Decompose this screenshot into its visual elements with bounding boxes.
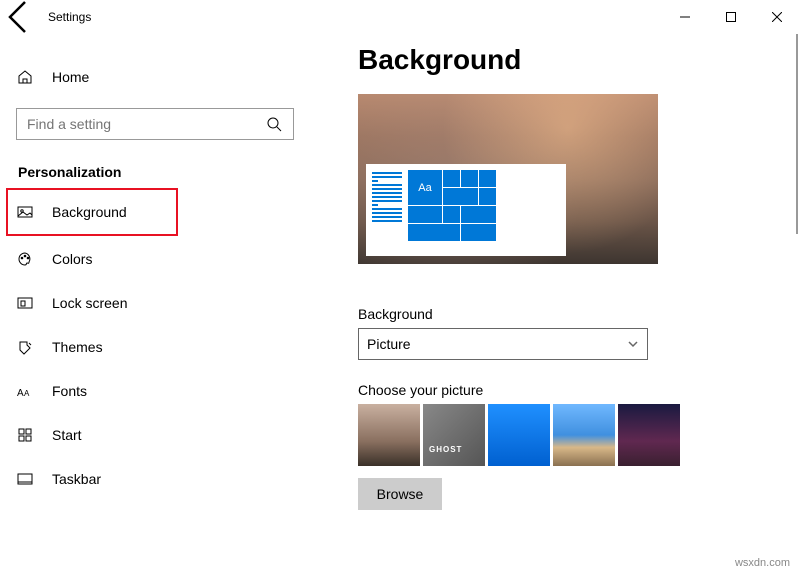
sidebar-item-fonts[interactable]: AA Fonts (8, 370, 302, 412)
section-header: Personalization (18, 164, 302, 180)
home-link[interactable]: Home (8, 56, 302, 98)
picture-thumb-4[interactable] (553, 404, 615, 466)
window-controls (662, 2, 800, 32)
nav-label: Start (52, 427, 82, 443)
watermark: wsxdn.com (735, 557, 790, 569)
home-label: Home (52, 69, 89, 85)
palette-icon (16, 250, 34, 268)
scrollbar[interactable] (796, 34, 798, 234)
sidebar-item-themes[interactable]: Themes (8, 326, 302, 368)
picture-thumb-3[interactable] (488, 404, 550, 466)
background-dropdown[interactable]: Picture (358, 328, 648, 360)
nav-label: Background (52, 204, 127, 220)
picture-icon (16, 203, 34, 221)
lockscreen-icon (16, 294, 34, 312)
sidebar-item-taskbar[interactable]: Taskbar (8, 458, 302, 500)
maximize-button[interactable] (708, 2, 754, 32)
picture-thumb-2[interactable] (423, 404, 485, 466)
preview-window: Aa (366, 164, 566, 256)
minimize-button[interactable] (662, 2, 708, 32)
nav-label: Themes (52, 339, 103, 355)
picture-thumb-5[interactable] (618, 404, 680, 466)
search-field[interactable] (27, 116, 265, 132)
home-icon (16, 68, 34, 86)
picture-thumbnails (358, 404, 770, 466)
sidebar-item-colors[interactable]: Colors (8, 238, 302, 280)
back-button[interactable] (0, 0, 40, 34)
nav-label: Colors (52, 251, 92, 267)
sidebar-item-lockscreen[interactable]: Lock screen (8, 282, 302, 324)
titlebar: Settings (0, 0, 800, 34)
nav-label: Lock screen (52, 295, 127, 311)
preview-sample-text: Aa (408, 170, 442, 205)
page-title: Background (358, 44, 770, 76)
nav-label: Fonts (52, 383, 87, 399)
nav-label: Taskbar (52, 471, 101, 487)
taskbar-icon (16, 470, 34, 488)
sidebar: Home Personalization Background Colors L… (0, 34, 310, 573)
search-icon (265, 115, 283, 133)
svg-text:A: A (24, 389, 30, 398)
picture-thumb-1[interactable] (358, 404, 420, 466)
desktop-preview: Aa (358, 94, 658, 264)
themes-icon (16, 338, 34, 356)
background-label: Background (358, 306, 770, 322)
choose-picture-label: Choose your picture (358, 382, 770, 398)
dropdown-value: Picture (367, 336, 627, 352)
start-icon (16, 426, 34, 444)
close-button[interactable] (754, 2, 800, 32)
sidebar-item-background[interactable]: Background (6, 188, 178, 236)
browse-button[interactable]: Browse (358, 478, 442, 510)
search-input[interactable] (16, 108, 294, 140)
fonts-icon: AA (16, 382, 34, 400)
chevron-down-icon (627, 338, 639, 350)
content: Background Aa Back (310, 34, 800, 573)
svg-text:A: A (17, 388, 24, 399)
window-title: Settings (48, 10, 91, 24)
sidebar-item-start[interactable]: Start (8, 414, 302, 456)
